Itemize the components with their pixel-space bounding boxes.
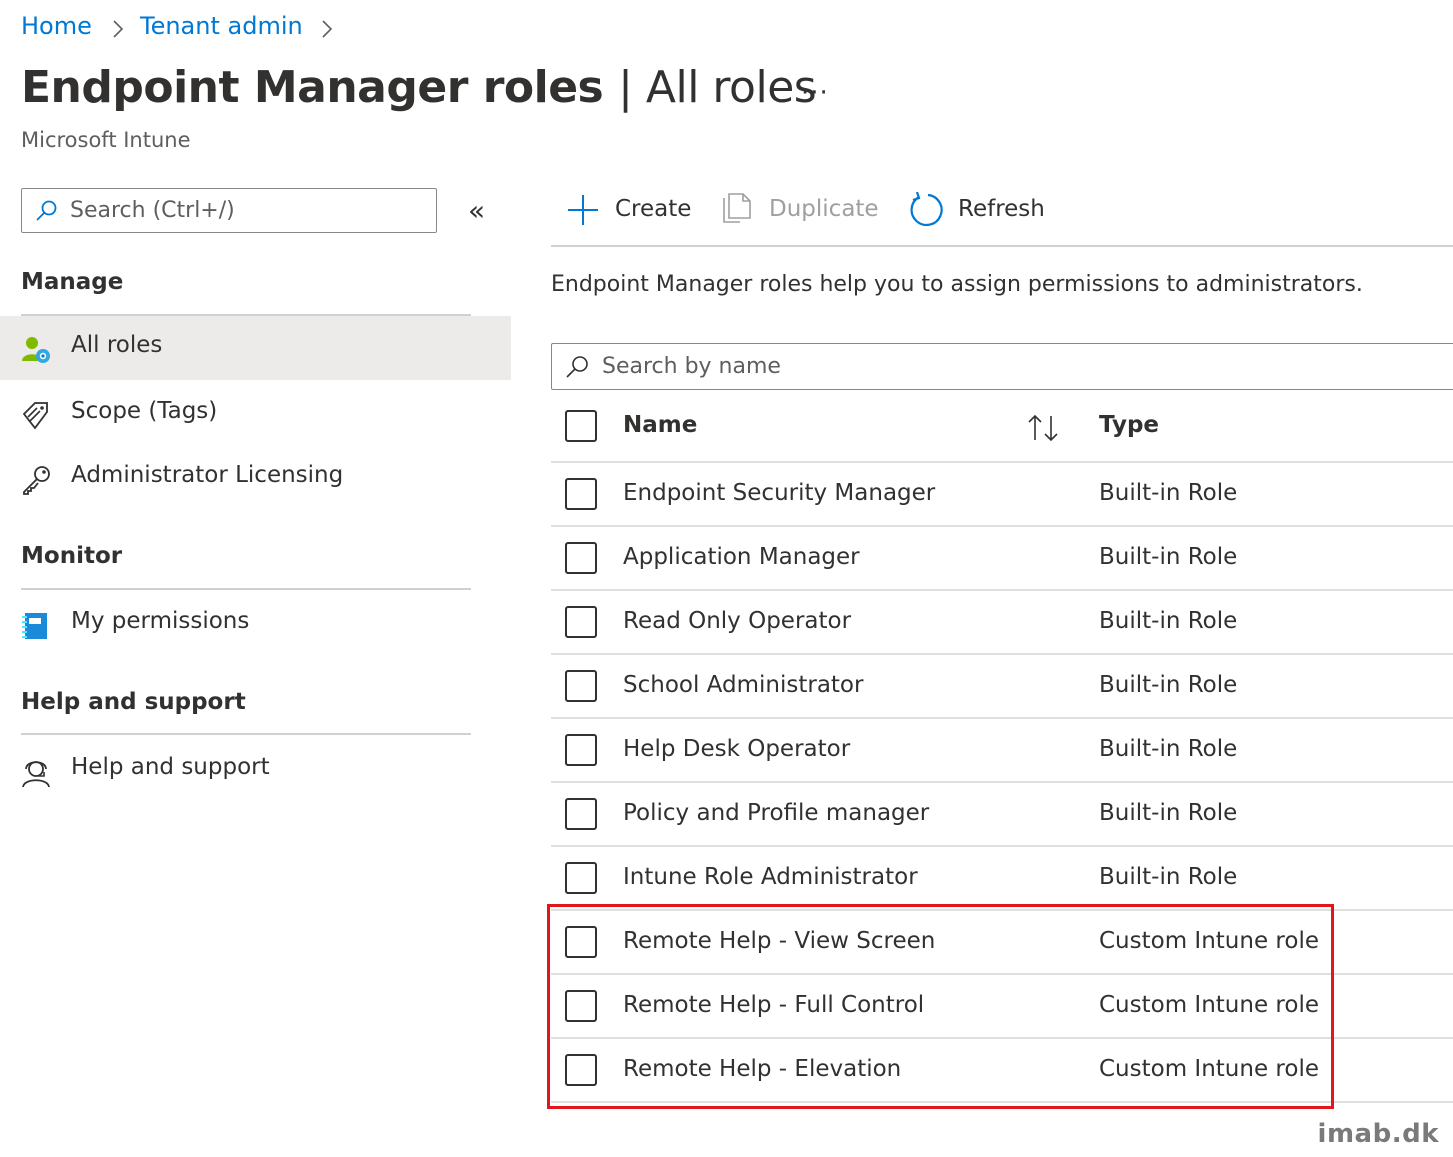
role-name-link[interactable]: Read Only Operator <box>623 608 851 634</box>
table-row[interactable]: Help Desk Operator Built-in Role <box>551 719 1453 783</box>
duplicate-button[interactable]: Duplicate <box>720 188 885 234</box>
sidebar-item-help-and-support[interactable]: Help and support <box>0 738 511 802</box>
chevron-right-icon <box>110 18 126 44</box>
table-row[interactable]: Application Manager Built-in Role <box>551 527 1453 591</box>
select-all-checkbox[interactable] <box>565 410 597 442</box>
sidebar-item-my-permissions[interactable]: My permissions <box>0 592 511 656</box>
table-row[interactable]: School Administrator Built-in Role <box>551 655 1453 719</box>
role-type: Built-in Role <box>1099 544 1238 570</box>
page-title-main: Endpoint Manager roles <box>21 62 604 113</box>
role-type: Built-in Role <box>1099 608 1238 634</box>
sidebar-item-administrator-licensing[interactable]: Administrator Licensing <box>0 446 511 510</box>
table-row[interactable]: Intune Role Administrator Built-in Role <box>551 847 1453 911</box>
sidebar-item-all-roles[interactable]: All roles <box>0 316 511 380</box>
sort-icon[interactable] <box>1026 412 1062 444</box>
role-name-link[interactable]: Help Desk Operator <box>623 736 850 762</box>
table-row[interactable]: Policy and Profile manager Built-in Role <box>551 783 1453 847</box>
row-checkbox[interactable] <box>565 478 597 510</box>
create-button[interactable]: Create <box>566 188 696 234</box>
roles-search-input[interactable] <box>602 344 1402 388</box>
create-button-label: Create <box>615 196 692 222</box>
table-row[interactable]: Endpoint Security Manager Built-in Role <box>551 463 1453 527</box>
role-type: Built-in Role <box>1099 480 1238 506</box>
table-row[interactable]: Read Only Operator Built-in Role <box>551 591 1453 655</box>
key-icon <box>20 464 52 496</box>
page-subtitle: Microsoft Intune <box>21 128 191 152</box>
roles-search-box <box>551 343 1453 390</box>
search-icon <box>34 199 58 227</box>
page-description: Endpoint Manager roles help you to assig… <box>551 272 1363 297</box>
notebook-icon <box>20 610 52 642</box>
sidebar-item-label: All roles <box>71 332 163 358</box>
refresh-button[interactable]: Refresh <box>908 188 1048 234</box>
breadcrumb-tenant-admin-link[interactable]: Tenant admin <box>140 12 303 40</box>
section-heading-manage: Manage <box>21 269 124 295</box>
role-type: Built-in Role <box>1099 736 1238 762</box>
row-checkbox[interactable] <box>565 862 597 894</box>
role-name-link[interactable]: Application Manager <box>623 544 860 570</box>
duplicate-button-label: Duplicate <box>769 196 879 222</box>
row-checkbox[interactable] <box>565 606 597 638</box>
role-type: Built-in Role <box>1099 672 1238 698</box>
role-name-link[interactable]: Endpoint Security Manager <box>623 480 935 506</box>
plus-icon <box>566 192 602 228</box>
sidebar-search-box <box>21 188 437 233</box>
custom-roles-highlight-box <box>547 904 1334 1109</box>
sidebar-item-label: Administrator Licensing <box>71 462 344 488</box>
copy-icon <box>720 192 756 228</box>
sidebar-item-label: Scope (Tags) <box>71 398 218 424</box>
role-name-link[interactable]: Intune Role Administrator <box>623 864 918 890</box>
divider <box>21 588 471 590</box>
refresh-icon <box>908 191 944 228</box>
role-name-link[interactable]: Policy and Profile manager <box>623 800 929 826</box>
row-checkbox[interactable] <box>565 734 597 766</box>
search-icon <box>564 354 590 384</box>
tags-icon <box>20 400 52 432</box>
users-role-icon <box>20 334 52 366</box>
support-agent-icon <box>20 756 52 788</box>
page-title-suffix: | All roles <box>618 62 817 113</box>
breadcrumb-home-link[interactable]: Home <box>21 12 92 40</box>
section-heading-help-and-support: Help and support <box>21 689 246 715</box>
more-options-button[interactable]: ··· <box>801 78 829 108</box>
sidebar-item-scope-tags[interactable]: Scope (Tags) <box>0 382 511 446</box>
collapse-sidebar-icon[interactable]: « <box>468 196 485 226</box>
role-name-link[interactable]: School Administrator <box>623 672 863 698</box>
row-checkbox[interactable] <box>565 542 597 574</box>
role-type: Built-in Role <box>1099 864 1238 890</box>
refresh-button-label: Refresh <box>958 196 1045 222</box>
column-header-name[interactable]: Name <box>623 412 697 438</box>
watermark: imab.dk <box>1317 1119 1439 1149</box>
row-checkbox[interactable] <box>565 670 597 702</box>
page-title: Endpoint Manager roles | All roles <box>21 62 817 113</box>
sidebar-item-label: Help and support <box>71 754 270 780</box>
section-heading-monitor: Monitor <box>21 543 123 569</box>
role-type: Built-in Role <box>1099 800 1238 826</box>
sidebar-search-input[interactable] <box>70 189 430 231</box>
divider <box>21 733 471 735</box>
column-header-type[interactable]: Type <box>1099 412 1159 438</box>
sidebar-item-label: My permissions <box>71 608 250 634</box>
toolbar-divider <box>551 245 1453 247</box>
row-checkbox[interactable] <box>565 798 597 830</box>
chevron-right-icon <box>319 18 335 44</box>
